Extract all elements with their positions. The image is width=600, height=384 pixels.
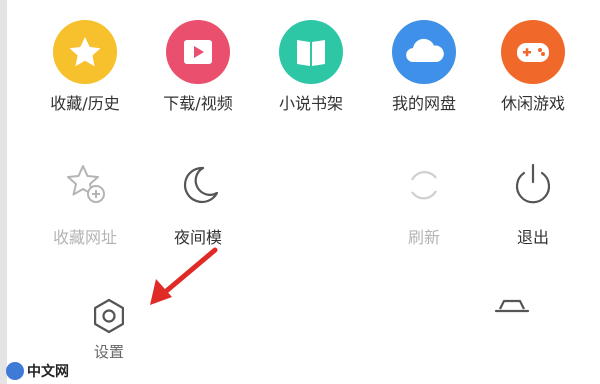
moon-icon [173, 160, 223, 210]
menu-item-exit[interactable]: 退出 [478, 160, 588, 248]
menu-item-label: 下载/视频 [163, 94, 233, 113]
star-icon [53, 20, 117, 84]
menu-item-refresh[interactable]: 刷新 [369, 160, 479, 248]
power-icon [508, 160, 558, 210]
annotation-arrow [140, 245, 220, 315]
menu-item-label: 收藏网址 [52, 228, 117, 247]
menu-item-label: 退出 [516, 228, 549, 247]
menu-item-label: 休闲游戏 [500, 94, 565, 113]
menu-item-cloud-drive[interactable]: 我的网盘 [369, 20, 479, 114]
menu-item-novel-shelf[interactable]: 小说书架 [256, 20, 366, 114]
gear-icon [89, 296, 129, 336]
menu-item-label: 我的网盘 [391, 94, 456, 113]
menu-item-label: 刷新 [407, 228, 440, 247]
menu-item-label: 收藏/历史 [50, 94, 120, 113]
left-edge-bar [0, 0, 7, 384]
settings-label: 设置 [93, 343, 124, 361]
menu-item-bookmark-url[interactable]: 收藏网址 [30, 160, 140, 248]
menu-item-casual-games[interactable]: 休闲游戏 [478, 20, 588, 114]
watermark: 中文网 [6, 362, 69, 380]
book-icon [279, 20, 343, 84]
menu-item-downloads-video[interactable]: 下载/视频 [143, 20, 253, 114]
star-add-icon [60, 160, 110, 210]
php-logo-icon [6, 362, 24, 380]
play-icon [166, 20, 230, 84]
refresh-icon [399, 160, 449, 210]
collapse-icon[interactable] [492, 293, 532, 323]
cloud-icon [392, 20, 456, 84]
menu-item-label: 小说书架 [278, 94, 343, 113]
watermark-text: 中文网 [27, 364, 69, 380]
menu-item-favorites-history[interactable]: 收藏/历史 [30, 20, 140, 114]
menu-item-night-mode[interactable]: 夜间模 [143, 160, 253, 248]
gamepad-icon [501, 20, 565, 84]
